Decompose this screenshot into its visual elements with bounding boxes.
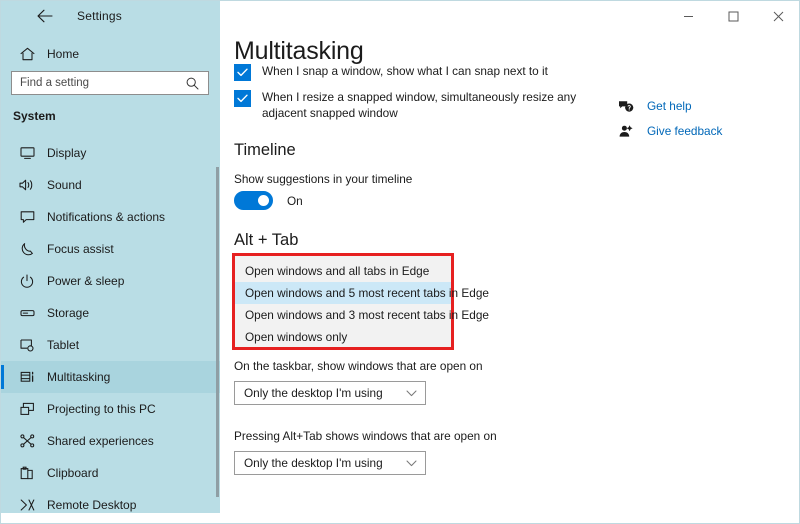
tablet-icon	[13, 338, 41, 352]
alt-tab-option-all-tabs[interactable]: Open windows and all tabs in Edge	[235, 260, 451, 282]
alttab-desktop-combobox-value: Only the desktop I'm using	[244, 456, 383, 470]
back-arrow-icon[interactable]	[29, 1, 61, 31]
moon-icon	[13, 242, 41, 256]
alttab-setting-label: Pressing Alt+Tab shows windows that are …	[234, 429, 497, 443]
sidebar-item-remote-desktop[interactable]: Remote Desktop	[1, 489, 220, 513]
alt-tab-option-label: Open windows only	[245, 330, 348, 344]
sidebar: Home System Display	[1, 31, 220, 513]
close-button[interactable]	[756, 1, 799, 31]
sidebar-item-multitasking-label: Multitasking	[47, 370, 111, 384]
timeline-toggle-state: On	[287, 193, 303, 208]
sidebar-item-display-label: Display	[47, 146, 87, 160]
power-icon	[13, 274, 41, 288]
storage-icon	[13, 306, 41, 320]
display-icon	[13, 146, 41, 160]
chevron-down-icon	[406, 389, 425, 397]
sidebar-item-tablet[interactable]: Tablet	[1, 329, 220, 361]
sidebar-item-tablet-label: Tablet	[47, 338, 80, 352]
checkbox-snap-resize[interactable]	[234, 90, 251, 107]
chevron-down-icon	[406, 459, 425, 467]
sidebar-item-clipboard[interactable]: Clipboard	[1, 457, 220, 489]
sidebar-item-shared-experiences[interactable]: Shared experiences	[1, 425, 220, 457]
alt-tab-option-windows-only[interactable]: Open windows only	[235, 326, 451, 348]
clipboard-icon	[13, 466, 41, 480]
projecting-icon	[13, 402, 41, 416]
sidebar-item-notifications[interactable]: Notifications & actions	[1, 201, 220, 233]
give-feedback-icon	[615, 124, 637, 138]
timeline-toggle-row[interactable]: On	[234, 191, 303, 210]
window-controls	[666, 1, 799, 31]
alt-tab-option-list: Open windows and all tabs in Edge Open w…	[235, 256, 489, 348]
sidebar-item-display[interactable]: Display	[1, 137, 220, 169]
get-help-icon	[615, 99, 637, 113]
sidebar-nav-list: Display Sound Notifications & actions Fo…	[1, 137, 220, 513]
sidebar-item-home[interactable]: Home	[1, 39, 220, 69]
timeline-heading: Timeline	[234, 141, 296, 159]
get-help-link-label: Get help	[647, 98, 692, 113]
sidebar-item-remote-desktop-label: Remote Desktop	[47, 498, 137, 512]
title-bar: Settings	[1, 1, 799, 31]
alt-tab-option-label: Open windows and 3 most recent tabs in E…	[245, 308, 489, 322]
title-bar-right	[220, 1, 799, 31]
sidebar-item-shared-experiences-label: Shared experiences	[47, 434, 154, 448]
home-icon	[13, 47, 41, 61]
multitasking-icon	[13, 370, 41, 384]
remote-desktop-icon	[13, 498, 41, 512]
search-box[interactable]	[11, 71, 209, 95]
sidebar-item-storage[interactable]: Storage	[1, 297, 220, 329]
sidebar-item-home-label: Home	[47, 47, 80, 61]
search-icon[interactable]	[180, 77, 204, 90]
taskbar-desktop-combobox[interactable]: Only the desktop I'm using	[234, 381, 426, 405]
alt-tab-option-label: Open windows and 5 most recent tabs in E…	[245, 286, 489, 300]
help-panel: Get help Give feedback	[615, 93, 790, 143]
minimize-button[interactable]	[666, 1, 711, 31]
sidebar-item-power-sleep[interactable]: Power & sleep	[1, 265, 220, 297]
sidebar-scrollbar[interactable]	[216, 167, 219, 497]
sound-icon	[13, 178, 41, 192]
sidebar-item-sound[interactable]: Sound	[1, 169, 220, 201]
timeline-toggle-label: Show suggestions in your timeline	[234, 172, 413, 186]
checkbox-snap-resize-label: When I resize a snapped window, simultan…	[262, 90, 577, 120]
sidebar-item-clipboard-label: Clipboard	[47, 466, 99, 480]
sidebar-item-focus-assist-label: Focus assist	[47, 242, 114, 256]
alt-tab-dropdown-list[interactable]: Open windows and all tabs in Edge Open w…	[232, 253, 489, 350]
sidebar-item-storage-label: Storage	[47, 306, 90, 320]
alt-tab-option-5-recent-tabs[interactable]: Open windows and 5 most recent tabs in E…	[235, 282, 489, 304]
page-title: Multitasking	[234, 37, 364, 65]
search-input[interactable]	[12, 72, 180, 94]
settings-window: Settings Home Find a setting System Disp…	[0, 0, 800, 524]
sidebar-item-multitasking[interactable]: Multitasking	[1, 361, 220, 393]
alttab-desktop-combobox[interactable]: Only the desktop I'm using	[234, 451, 426, 475]
notifications-icon	[13, 210, 41, 224]
get-help-link[interactable]: Get help	[615, 93, 790, 118]
sidebar-section-title: System	[13, 109, 56, 123]
toggle-knob	[258, 195, 269, 206]
checkbox-snap-suggestions[interactable]	[234, 64, 251, 81]
give-feedback-link[interactable]: Give feedback	[615, 118, 790, 143]
give-feedback-link-label: Give feedback	[647, 123, 723, 138]
sidebar-item-power-sleep-label: Power & sleep	[47, 274, 125, 288]
sidebar-item-notifications-label: Notifications & actions	[47, 210, 166, 224]
checkbox-snap-suggestions-label: When I snap a window, show what I can sn…	[262, 64, 548, 78]
app-title: Settings	[77, 9, 122, 23]
taskbar-desktop-combobox-value: Only the desktop I'm using	[244, 386, 383, 400]
snap-suggestions-checkbox-row[interactable]: When I snap a window, show what I can sn…	[234, 63, 548, 81]
timeline-suggestions-toggle[interactable]	[234, 191, 273, 210]
alt-tab-option-3-recent-tabs[interactable]: Open windows and 3 most recent tabs in E…	[235, 304, 489, 326]
alt-tab-heading: Alt + Tab	[234, 231, 299, 249]
sidebar-item-focus-assist[interactable]: Focus assist	[1, 233, 220, 265]
sidebar-item-projecting-label: Projecting to this PC	[47, 402, 156, 416]
taskbar-setting-label: On the taskbar, show windows that are op…	[234, 359, 483, 373]
alt-tab-option-label: Open windows and all tabs in Edge	[245, 264, 430, 278]
maximize-button[interactable]	[711, 1, 756, 31]
snap-resize-checkbox-row[interactable]: When I resize a snapped window, simultan…	[234, 89, 592, 121]
title-bar-left: Settings	[1, 1, 220, 31]
sidebar-item-projecting[interactable]: Projecting to this PC	[1, 393, 220, 425]
sidebar-item-sound-label: Sound	[47, 178, 82, 192]
shared-experiences-icon	[13, 434, 41, 448]
